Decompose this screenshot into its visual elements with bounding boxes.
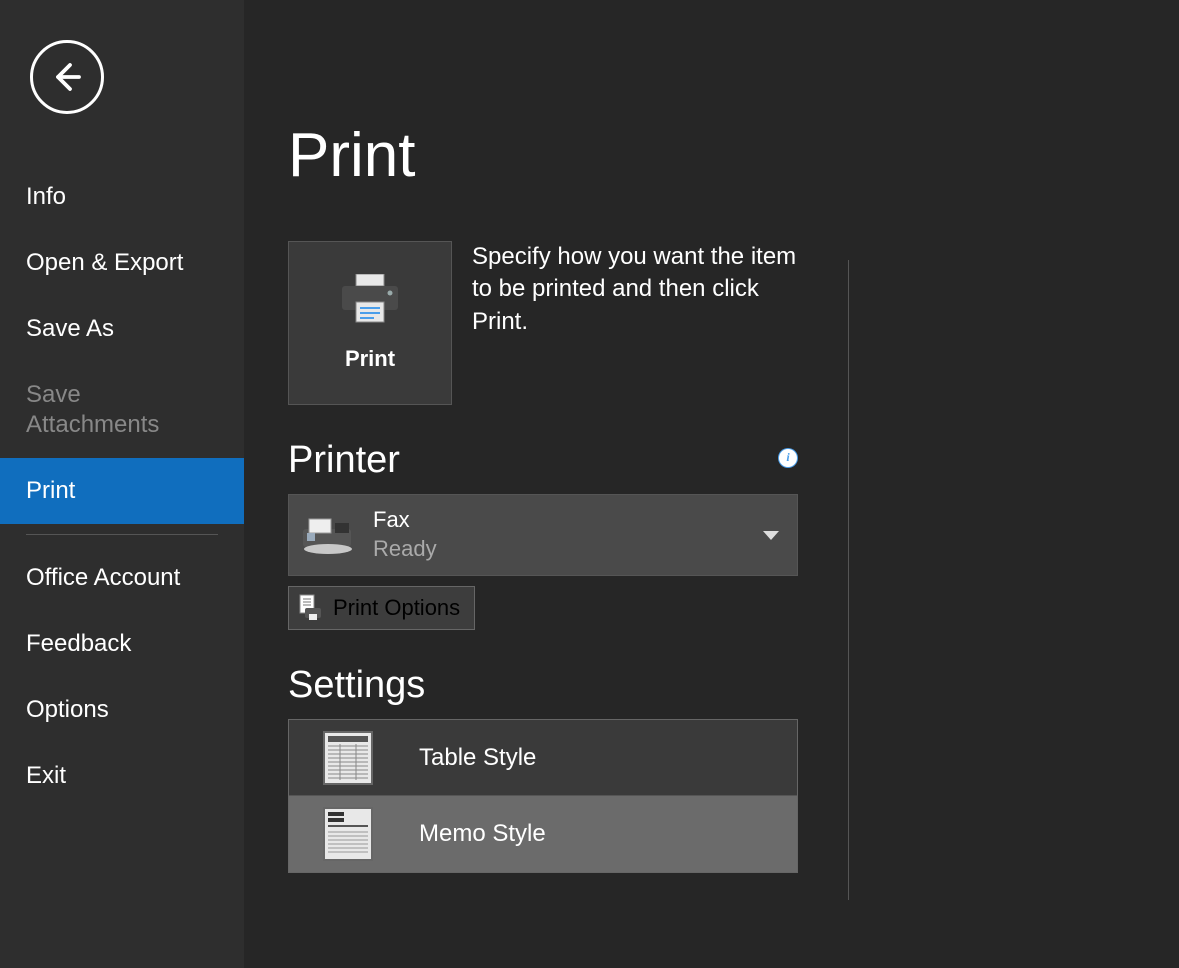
- sidebar-item-feedback[interactable]: Feedback: [0, 611, 244, 677]
- selected-printer-status: Ready: [373, 535, 749, 564]
- printer-dropdown[interactable]: Fax Ready: [288, 494, 798, 576]
- style-item-label: Memo Style: [419, 820, 546, 848]
- sidebar-item-print[interactable]: Print: [0, 458, 244, 524]
- print-options-label: Print Options: [333, 595, 460, 621]
- arrow-left-icon: [49, 59, 85, 95]
- style-item-memo[interactable]: Memo Style: [289, 796, 797, 872]
- style-item-table[interactable]: Table Style: [289, 720, 797, 796]
- printer-icon: [338, 274, 402, 324]
- settings-section-title: Settings: [288, 664, 848, 707]
- print-backstage-panel: Print Print Specify how you want the ite…: [244, 0, 1179, 968]
- preview-divider: [848, 260, 850, 900]
- page-title: Print: [288, 120, 848, 191]
- print-button-label: Print: [345, 346, 395, 372]
- backstage-sidebar: Info Open & Export Save As Save Attachme…: [0, 0, 244, 968]
- print-options-icon: [297, 594, 323, 622]
- print-action-row: Print Specify how you want the item to b…: [288, 241, 848, 405]
- back-button[interactable]: [30, 40, 104, 114]
- chevron-down-icon: [763, 531, 779, 540]
- fax-icon: [301, 515, 355, 555]
- sidebar-item-exit[interactable]: Exit: [0, 743, 244, 809]
- sidebar-item-office-account[interactable]: Office Account: [0, 545, 244, 611]
- printer-section-title: Printer: [288, 439, 400, 482]
- sidebar-item-info[interactable]: Info: [0, 164, 244, 230]
- print-description: Specify how you want the item to be prin…: [472, 241, 812, 405]
- printer-info-button[interactable]: i: [778, 448, 798, 468]
- sidebar-item-open-export[interactable]: Open & Export: [0, 230, 244, 296]
- print-options-button[interactable]: Print Options: [288, 586, 475, 630]
- print-style-list: Table Style: [288, 719, 798, 873]
- selected-printer-name: Fax: [373, 506, 749, 535]
- sidebar-divider: [26, 534, 218, 535]
- print-button[interactable]: Print: [288, 241, 452, 405]
- memo-style-icon: [322, 806, 374, 862]
- style-item-label: Table Style: [419, 744, 536, 772]
- sidebar-item-save-attachments: Save Attachments: [0, 362, 244, 458]
- table-style-icon: [322, 730, 374, 786]
- sidebar-item-options[interactable]: Options: [0, 677, 244, 743]
- info-icon: i: [779, 449, 797, 467]
- sidebar-item-save-as[interactable]: Save As: [0, 296, 244, 362]
